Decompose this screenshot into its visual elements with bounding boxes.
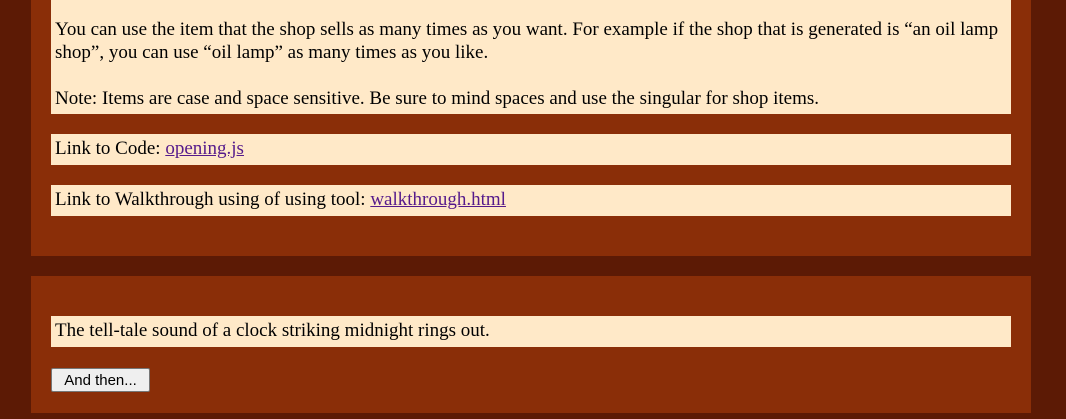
walkthrough-link-panel: Link to Walkthrough using of using tool:… — [51, 185, 1011, 216]
code-link-panel: Link to Code: opening.js — [51, 134, 1011, 165]
walkthrough-link-label: Link to Walkthrough using of using tool: — [55, 189, 371, 210]
instructions-note: Note: Items are case and space sensitive… — [55, 88, 820, 109]
story-text: The tell-tale sound of a clock striking … — [55, 320, 490, 341]
instructions-paragraph: You can use the item that the shop sells… — [55, 19, 999, 63]
story-section: The tell-tale sound of a clock striking … — [31, 276, 1031, 413]
and-then-button[interactable]: And then... — [51, 368, 150, 392]
instructions-panel: You can use the item that the shop sells… — [51, 0, 1011, 114]
instructions-section: You can use the item that the shop sells… — [31, 0, 1031, 256]
code-link-label: Link to Code: — [55, 138, 166, 159]
walkthrough-link[interactable]: walkthrough.html — [370, 189, 506, 210]
story-text-panel: The tell-tale sound of a clock striking … — [51, 316, 1011, 347]
code-link[interactable]: opening.js — [165, 138, 244, 159]
